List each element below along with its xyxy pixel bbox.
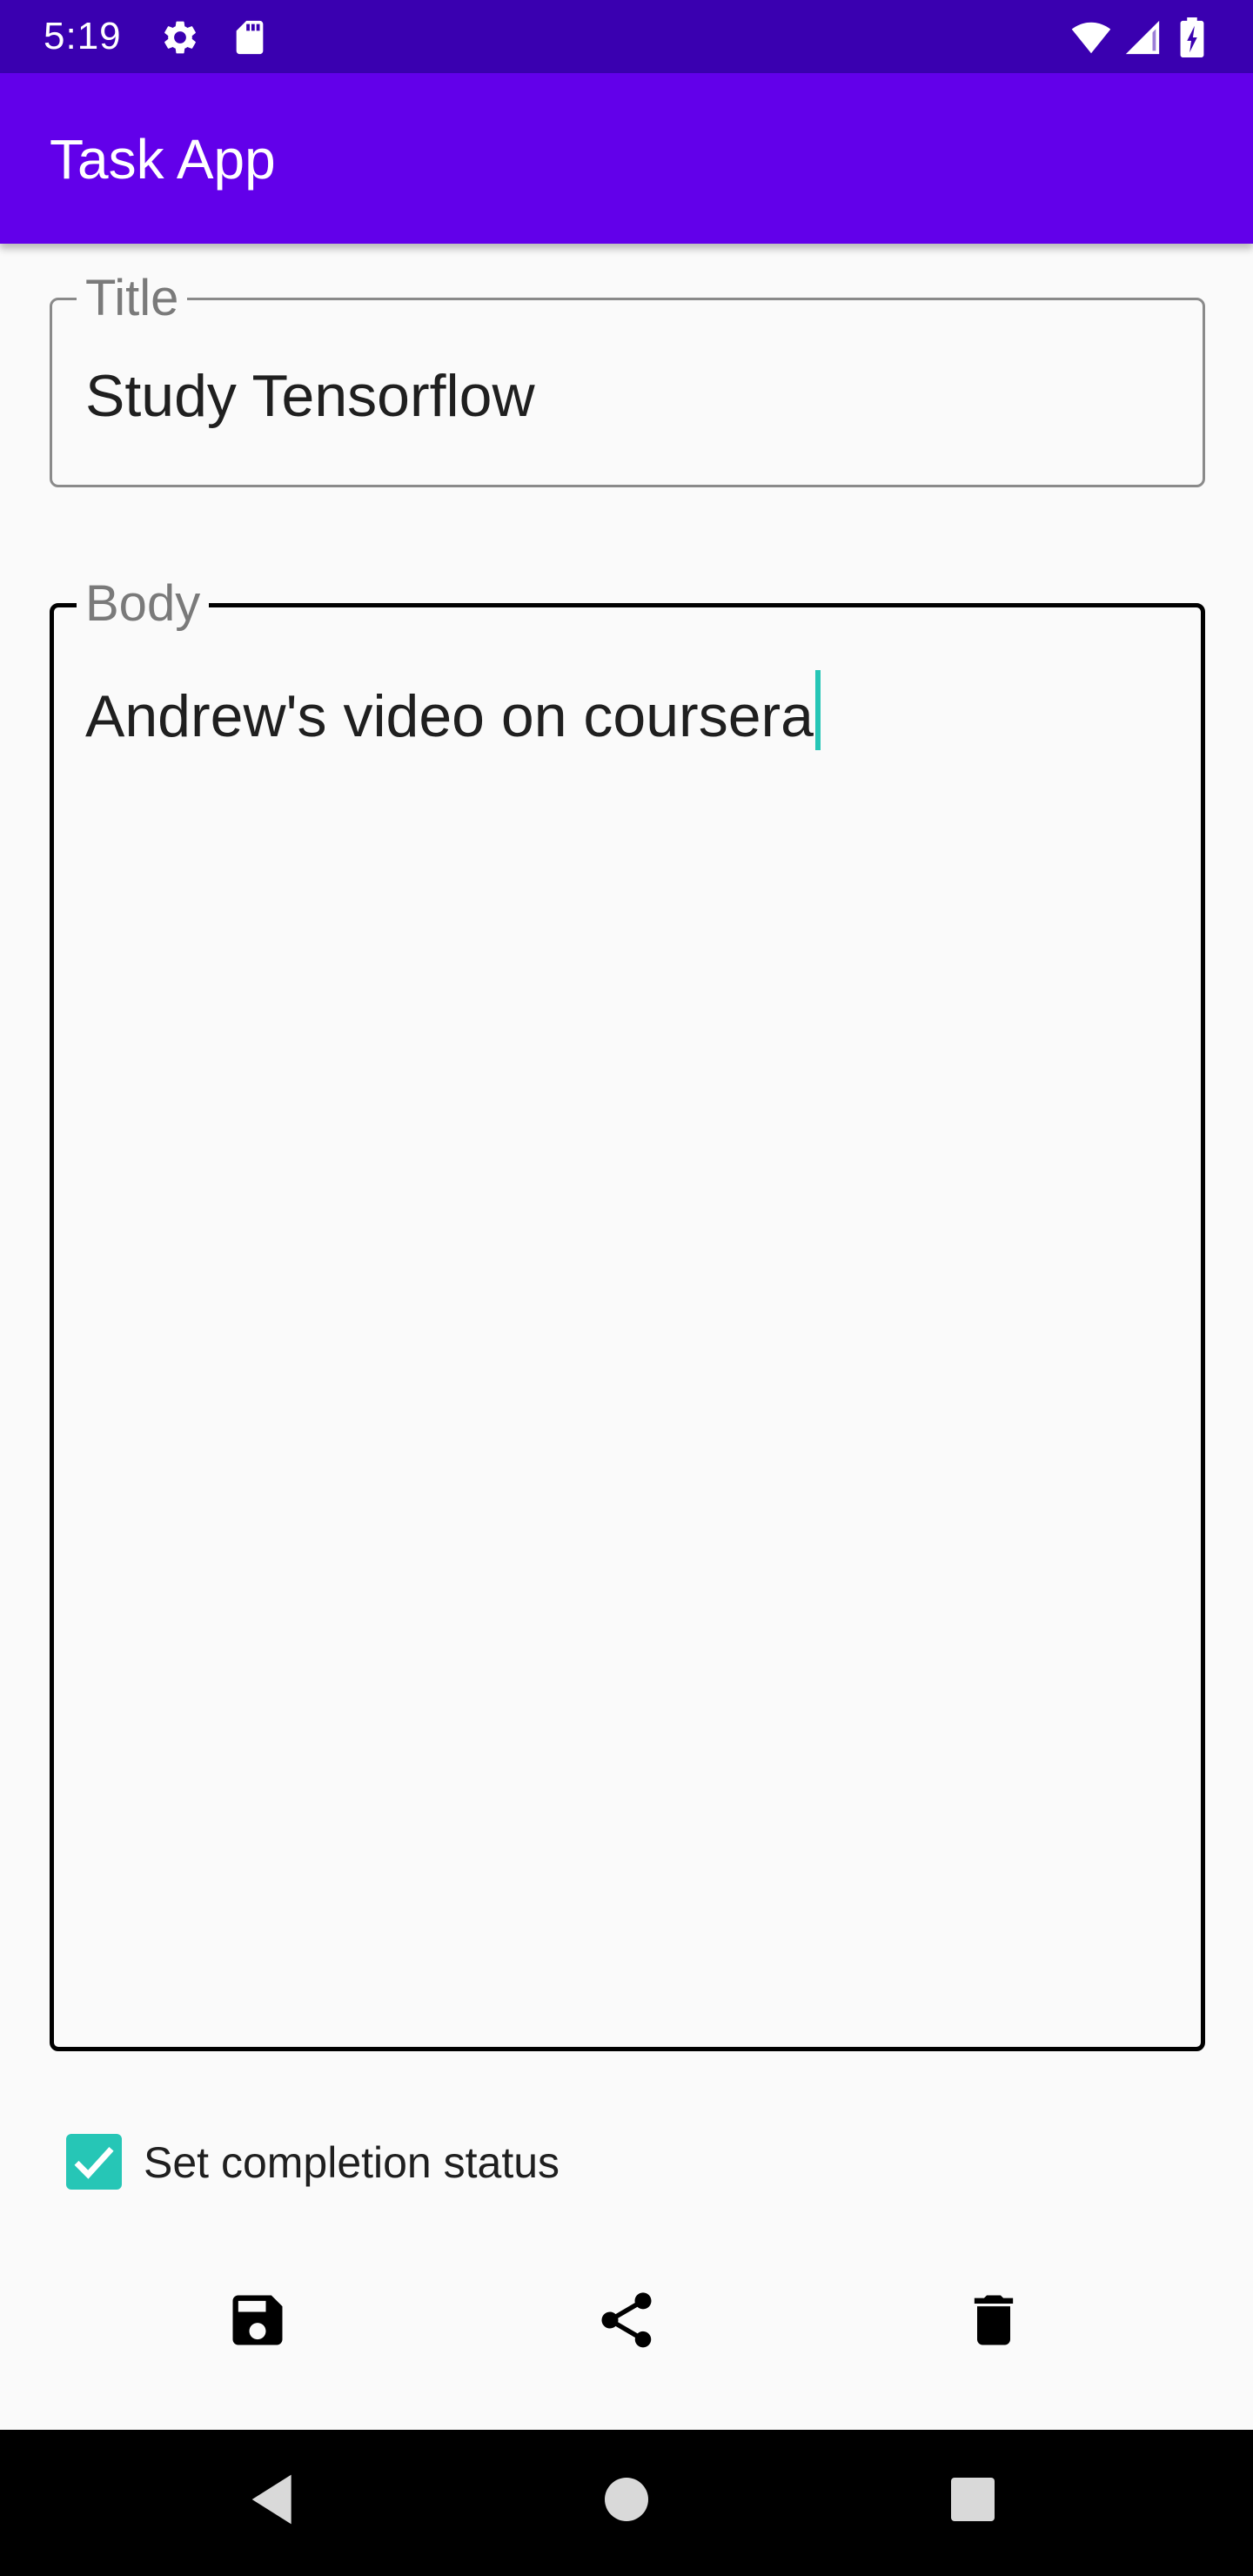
navigation-bar — [0, 2430, 1253, 2576]
app-title: Task App — [50, 128, 276, 191]
home-button[interactable] — [592, 2465, 661, 2534]
gear-icon — [160, 17, 200, 57]
completion-checkbox-label[interactable]: Set completion status — [144, 2137, 559, 2189]
recents-icon — [951, 2478, 995, 2521]
app-bar: Task App — [0, 73, 1253, 244]
title-field-value[interactable]: Study Tensorflow — [85, 361, 535, 431]
status-time: 5:19 — [44, 15, 122, 57]
save-icon — [232, 2295, 283, 2345]
battery-icon — [1175, 17, 1209, 57]
home-icon — [605, 2478, 648, 2521]
check-icon — [74, 2147, 114, 2179]
share-icon — [601, 2292, 652, 2348]
delete-icon — [974, 2295, 1014, 2345]
recents-button[interactable] — [938, 2465, 1008, 2534]
text-cursor — [814, 670, 821, 750]
body-field-label: Body — [77, 576, 210, 632]
body-field-value[interactable]: Andrew's video on coursera — [85, 683, 814, 749]
body-field-value-line[interactable]: Andrew's video on coursera — [85, 670, 821, 751]
wifi-icon — [1069, 17, 1114, 57]
completion-checkbox[interactable] — [66, 2134, 122, 2190]
title-field-label: Title — [77, 271, 188, 326]
delete-button[interactable] — [961, 2287, 1027, 2353]
sd-card-icon — [230, 17, 270, 57]
share-button[interactable] — [593, 2287, 660, 2353]
status-bar: 5:19 — [0, 0, 1253, 73]
signal-icon — [1122, 17, 1163, 57]
body-field[interactable]: Body Andrew's video on coursera — [50, 576, 1205, 2051]
back-button[interactable] — [242, 2465, 312, 2534]
title-field[interactable]: Title Study Tensorflow — [50, 271, 1205, 487]
back-icon — [251, 2474, 291, 2525]
save-button[interactable] — [224, 2287, 291, 2353]
